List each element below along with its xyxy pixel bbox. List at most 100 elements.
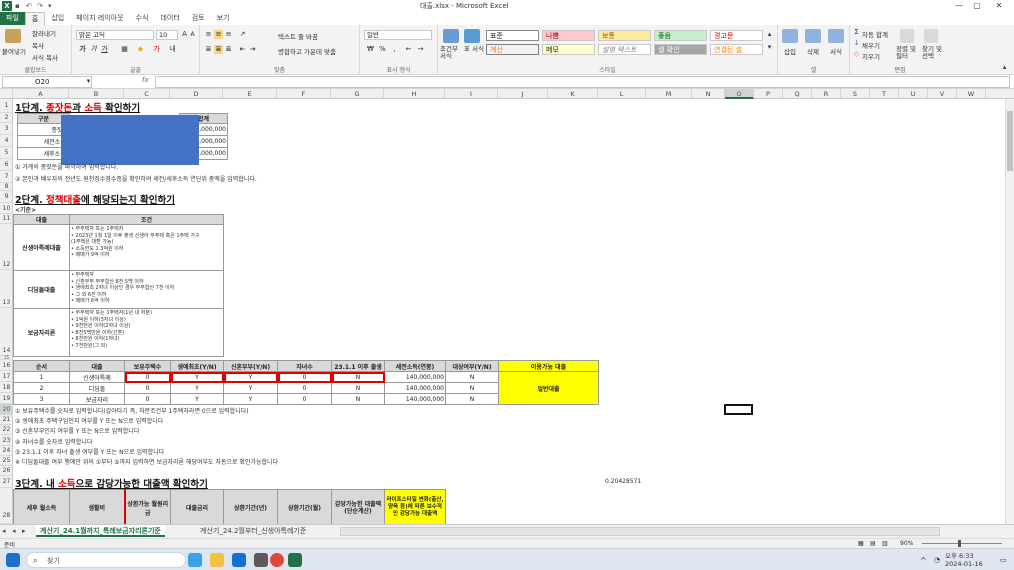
normal-view-icon[interactable]: ▦ [858, 540, 864, 547]
row-header[interactable]: 11 [0, 214, 13, 224]
page-break-view-icon[interactable]: ▥ [882, 540, 888, 547]
style-calculation[interactable]: 계산 [486, 44, 539, 55]
calc-input-children[interactable]: 0 [277, 371, 332, 383]
formula-input[interactable] [155, 76, 1010, 88]
decrease-decimal-icon[interactable]: → [416, 45, 425, 54]
next-sheet-icon[interactable]: ▸ [22, 525, 32, 537]
col-header-Q[interactable]: Q [783, 89, 812, 99]
notification-icon[interactable]: ▭ [1000, 556, 1007, 564]
underline-icon[interactable]: 가 [100, 45, 109, 54]
windows-start-icon[interactable] [6, 553, 20, 567]
clear-button[interactable]: 지우기 [862, 51, 880, 61]
italic-icon[interactable]: 가 [89, 45, 98, 54]
calc-input-born-after[interactable]: N [331, 371, 385, 383]
first-sheet-icon[interactable]: ◂ [2, 525, 12, 537]
vertical-scrollbar[interactable] [1005, 99, 1014, 524]
tab-formulas[interactable]: 수식 [130, 12, 155, 25]
row-header[interactable]: 26 [0, 466, 13, 476]
row-header[interactable]: 9 [0, 191, 13, 203]
edge-browser-icon[interactable] [232, 553, 246, 567]
active-cell-selection[interactable] [724, 404, 753, 415]
tab-data[interactable]: 데이터 [154, 12, 185, 25]
col-header-D[interactable]: D [170, 89, 223, 99]
row-header[interactable]: 10 [0, 203, 13, 214]
row-header[interactable]: 4 [0, 135, 13, 147]
autosum-icon[interactable]: Σ [852, 28, 861, 37]
style-good[interactable]: 좋음 [654, 30, 707, 41]
font-size-select[interactable]: 10 [156, 30, 178, 40]
vertical-scroll-thumb[interactable] [1007, 111, 1013, 171]
calc-input-houses[interactable]: 0 [124, 371, 171, 383]
file-explorer-icon[interactable] [210, 553, 224, 567]
accounting-format-icon[interactable]: ₩ [366, 45, 375, 54]
col-header-A[interactable]: A [13, 89, 69, 99]
prev-sheet-icon[interactable]: ◂ [12, 525, 22, 537]
row-header[interactable]: 18 [0, 382, 13, 393]
borders-icon[interactable]: ▦ [120, 45, 129, 54]
row-header[interactable]: 17 [0, 371, 13, 382]
zoom-level[interactable]: 90% [900, 540, 913, 547]
col-header-H[interactable]: H [384, 89, 445, 99]
col-header-N[interactable]: N [692, 89, 725, 99]
col-header-G[interactable]: G [331, 89, 384, 99]
align-center-icon[interactable]: ≣ [214, 45, 223, 54]
col-header-L[interactable]: L [598, 89, 646, 99]
row-header[interactable]: 6 [0, 159, 13, 171]
col-header-U[interactable]: U [899, 89, 928, 99]
bold-icon[interactable]: 가 [78, 45, 87, 54]
col-header-C[interactable]: C [124, 89, 170, 99]
orientation-icon[interactable]: ↗ [238, 30, 247, 39]
font-name-select[interactable]: 맑은 고딕 [76, 30, 154, 40]
delete-cells-button[interactable]: 삭제 [807, 46, 819, 56]
row-header[interactable]: 1 [0, 99, 13, 113]
row-header[interactable]: 19 [0, 393, 13, 404]
row-header[interactable]: 28 [0, 488, 13, 524]
tray-chevron-icon[interactable]: ^ [920, 556, 927, 565]
zoom-slider[interactable] [922, 543, 1002, 544]
col-header-V[interactable]: V [928, 89, 957, 99]
row-header[interactable]: 8 [0, 183, 13, 191]
name-box-dropdown-icon[interactable]: ▾ [84, 77, 93, 86]
col-header-E[interactable]: E [223, 89, 277, 99]
style-note[interactable]: 메모 [542, 44, 595, 55]
undo-icon[interactable]: ↶ [26, 2, 34, 10]
delete-cells-icon[interactable] [805, 29, 821, 43]
zoom-slider-thumb[interactable] [958, 540, 961, 547]
style-check-cell[interactable]: 셀 확인 [654, 44, 707, 55]
row-header[interactable]: 27 [0, 476, 13, 488]
close-button[interactable]: ✕ [984, 0, 1014, 12]
fill-button[interactable]: 채우기 [862, 40, 880, 50]
insert-function-button[interactable]: fx [142, 76, 149, 84]
sheet-tab-2[interactable]: 계산기_24.2월부터_신생아특례기준 [196, 525, 310, 537]
col-header-P[interactable]: P [754, 89, 783, 99]
merge-center-button[interactable]: 병합하고 가운데 맞춤 [278, 46, 336, 56]
col-header-T[interactable]: T [870, 89, 899, 99]
format-cells-icon[interactable] [828, 29, 844, 43]
style-neutral[interactable]: 보통 [598, 30, 651, 41]
table-format-icon[interactable] [464, 29, 480, 43]
col-header-F[interactable]: F [277, 89, 331, 99]
style-normal[interactable]: 표준 [486, 30, 539, 41]
page-layout-view-icon[interactable]: ▤ [870, 540, 876, 547]
row-header[interactable]: 24 [0, 446, 13, 456]
col-header-R[interactable]: R [812, 89, 841, 99]
percent-format-icon[interactable]: % [378, 45, 387, 54]
find-select-button[interactable]: 찾기 및 선택 [922, 46, 946, 60]
select-all-corner[interactable] [0, 89, 13, 99]
tab-page-layout[interactable]: 페이지 레이아웃 [70, 12, 129, 25]
style-warning[interactable]: 경고문 [710, 30, 763, 41]
tab-view[interactable]: 보기 [211, 12, 236, 25]
align-middle-icon[interactable]: ≡ [214, 30, 223, 39]
tab-home[interactable]: 홈 [24, 12, 46, 25]
fill-icon[interactable]: ↓ [852, 39, 861, 48]
sort-filter-button[interactable]: 정렬 및 필터 [896, 46, 920, 60]
increase-indent-icon[interactable]: ⇥ [248, 45, 257, 54]
collapse-ribbon-icon[interactable]: ▴ [1000, 63, 1009, 72]
conditional-format-button[interactable]: 조건부 서식 [440, 46, 462, 60]
redo-icon[interactable]: ↷ [37, 2, 45, 10]
save-icon[interactable]: ▪ [15, 2, 23, 10]
row-header[interactable]: 13 [0, 270, 13, 308]
calculator-icon[interactable] [254, 553, 268, 567]
styles-more-icon[interactable]: ▾ [765, 43, 774, 52]
fill-color-icon[interactable]: ◆ [136, 45, 145, 54]
